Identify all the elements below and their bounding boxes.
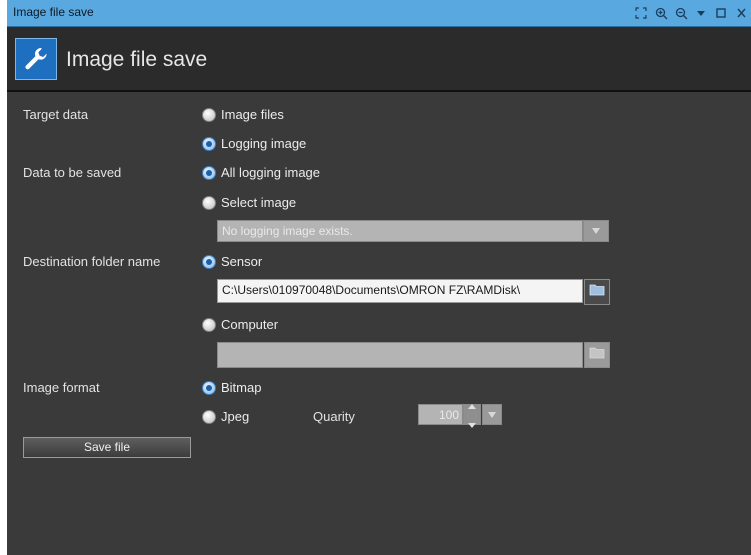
zoom-out-icon[interactable] (673, 5, 689, 21)
image-file-save-window: Image file save Image file save Target d… (7, 0, 751, 555)
quality-spinner[interactable] (463, 404, 481, 428)
radio-image-files-label: Image files (221, 107, 284, 122)
fit-icon[interactable] (633, 5, 649, 21)
radio-circle[interactable] (202, 165, 216, 180)
radio-computer[interactable]: Computer (202, 317, 278, 332)
radio-circle[interactable] (202, 380, 216, 395)
wrench-icon (15, 38, 57, 80)
destination-folder-label: Destination folder name (23, 254, 161, 269)
radio-sensor[interactable]: Sensor (202, 254, 262, 269)
radio-circle[interactable] (202, 107, 216, 122)
close-icon[interactable] (733, 5, 749, 21)
radio-image-files[interactable]: Image files (202, 107, 284, 122)
radio-jpeg-label: Jpeg (221, 409, 250, 424)
computer-path-input[interactable] (217, 342, 583, 368)
radio-bitmap-label: Bitmap (221, 380, 262, 395)
folder-icon (589, 346, 605, 364)
radio-select-image-label: Select image (221, 195, 297, 210)
image-select-dropdown[interactable]: No logging image exists. (217, 220, 583, 242)
save-file-button[interactable]: Save file (23, 437, 191, 458)
maximize-icon[interactable] (713, 5, 729, 21)
radio-all-logging-image[interactable]: All logging image (202, 165, 320, 180)
radio-all-logging-image-label: All logging image (221, 165, 321, 180)
chevron-down-icon (487, 406, 497, 424)
image-format-label: Image format (23, 380, 100, 395)
title-bar: Image file save (7, 0, 751, 27)
sensor-browse-button[interactable] (584, 279, 610, 305)
sensor-path-input[interactable]: C:\Users\010970048\Documents\OMRON FZ\RA… (217, 279, 583, 303)
dropdown-arrow-icon[interactable] (693, 5, 709, 21)
panel-header: Image file save (7, 27, 751, 92)
radio-circle[interactable] (202, 409, 216, 424)
radio-jpeg[interactable]: Jpeg (202, 409, 249, 424)
radio-bitmap[interactable]: Bitmap (202, 380, 261, 395)
radio-circle[interactable] (202, 317, 216, 332)
radio-logging-image-label: Logging image (221, 136, 307, 151)
folder-icon (589, 283, 605, 301)
data-to-be-saved-label: Data to be saved (23, 165, 122, 180)
quality-input[interactable]: 100 (418, 404, 463, 425)
radio-circle[interactable] (202, 254, 216, 269)
radio-logging-image[interactable]: Logging image (202, 136, 306, 151)
spin-down-icon[interactable] (468, 415, 476, 433)
quality-label: Quarity (313, 409, 355, 424)
title-bar-controls (633, 4, 749, 22)
spin-up-icon[interactable] (468, 396, 476, 414)
window-title: Image file save (13, 5, 94, 19)
chevron-down-icon (591, 222, 601, 240)
radio-circle[interactable] (202, 136, 216, 151)
computer-browse-button[interactable] (584, 342, 610, 368)
target-data-label: Target data (23, 107, 89, 122)
zoom-in-icon[interactable] (653, 5, 669, 21)
image-select-dropdown-button[interactable] (583, 220, 609, 242)
page-title: Image file save (66, 48, 208, 71)
radio-select-image[interactable]: Select image (202, 195, 296, 210)
quality-dropdown-button[interactable] (482, 404, 502, 425)
radio-circle[interactable] (202, 195, 216, 210)
radio-computer-label: Computer (221, 317, 279, 332)
radio-sensor-label: Sensor (221, 254, 263, 269)
